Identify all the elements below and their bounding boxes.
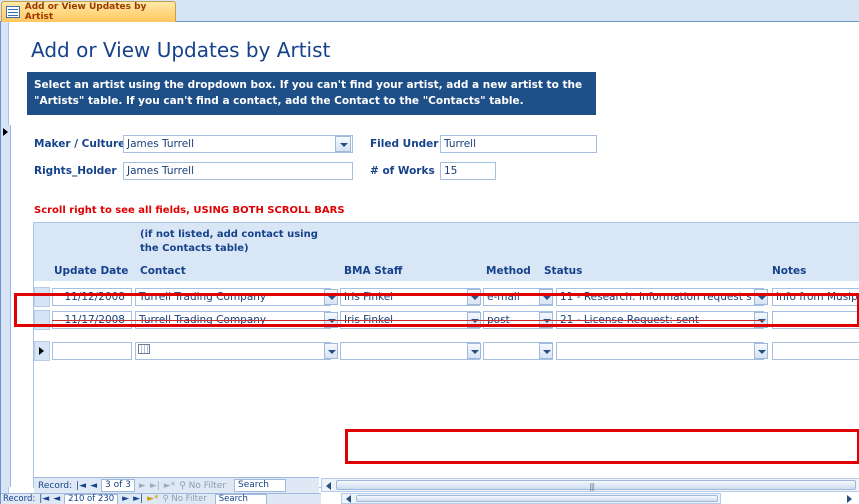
- new-record-arrow-icon: [39, 347, 44, 355]
- document-tab-strip: Add or View Updates by Artist: [0, 0, 859, 22]
- contact-note-line-2: the Contacts table): [140, 243, 249, 254]
- main-search-input[interactable]: Search: [214, 493, 267, 504]
- new-staff-dropdown-icon[interactable]: [467, 343, 481, 359]
- instructions-line-1: Select an artist using the dropdown box.…: [34, 79, 583, 91]
- filed-under-label: Filed Under: [370, 138, 439, 150]
- page-title: Add or View Updates by Artist: [31, 38, 331, 62]
- highlight-rows-box: [14, 293, 859, 327]
- last-record-button[interactable]: ►|: [150, 481, 160, 491]
- rights-holder-label: Rights_Holder: [34, 165, 117, 177]
- main-scroll-thumb[interactable]: [356, 495, 718, 502]
- main-record-label: Record:: [3, 494, 36, 504]
- new-method-dropdown-icon[interactable]: [539, 343, 553, 359]
- new-bma-staff[interactable]: [340, 342, 480, 360]
- record-selector[interactable]: [1, 125, 11, 487]
- maker-combo[interactable]: James Turrell: [123, 135, 353, 153]
- maker-label: Maker / Culture: [34, 138, 126, 150]
- next-record-button[interactable]: ►: [139, 481, 146, 491]
- tab-add-or-view-updates[interactable]: Add or View Updates by Artist: [1, 1, 176, 22]
- subform-header: (if not listed, add contact using the Co…: [34, 223, 859, 281]
- subform-no-filter-button[interactable]: ⚲ No Filter: [179, 481, 230, 491]
- scroll-grip-icon: |||: [589, 482, 595, 491]
- contact-note: (if not listed, add contact using the Co…: [140, 228, 318, 256]
- tab-label: Add or View Updates by Artist: [24, 2, 147, 22]
- new-notes[interactable]: [772, 342, 859, 360]
- form-icon: [6, 6, 20, 18]
- scroll-warning: Scroll right to see all fields, USING BO…: [34, 205, 345, 216]
- main-form: Add or View Updates by Artist Select an …: [0, 22, 859, 504]
- column-header-update-date: Update Date: [54, 265, 129, 277]
- instructions-banner: Select an artist using the dropdown box.…: [27, 72, 596, 115]
- new-update-date[interactable]: [52, 342, 132, 360]
- column-header-method: Method: [486, 265, 531, 277]
- highlight-scroll-box: [345, 429, 859, 464]
- main-new-record-button[interactable]: ►*: [147, 494, 158, 504]
- new-record-selector[interactable]: [34, 341, 50, 361]
- main-first-record-button[interactable]: |◄: [39, 494, 49, 504]
- new-contact-dropdown-icon[interactable]: [324, 343, 338, 359]
- subform-horizontal-scrollbar[interactable]: |||: [321, 478, 859, 492]
- subform-record-navigation: Record: |◄ ◄ 3 of 3 ► ►| ►* ⚲ No Filter …: [34, 477, 319, 493]
- subform-scroll-thumb[interactable]: |||: [336, 480, 856, 491]
- access-window: Add or View Updates by Artist Add or Vie…: [0, 0, 859, 504]
- new-contact[interactable]: [135, 342, 331, 360]
- contact-note-line-1: (if not listed, add contact using: [140, 229, 318, 240]
- main-scroll-left-icon[interactable]: [346, 495, 351, 503]
- new-status[interactable]: [556, 342, 764, 360]
- rights-holder-field[interactable]: James Turrell: [123, 162, 353, 180]
- main-record-position[interactable]: 210 of 230: [64, 493, 119, 504]
- main-scroll-right-icon[interactable]: [847, 495, 852, 503]
- main-horizontal-scrollbar[interactable]: [341, 493, 721, 504]
- new-record-button[interactable]: ►*: [164, 481, 175, 491]
- column-header-notes: Notes: [772, 265, 807, 277]
- previous-record-button[interactable]: ◄: [90, 481, 97, 491]
- column-header-status: Status: [544, 265, 583, 277]
- main-no-filter-label: No Filter: [171, 494, 207, 504]
- new-status-dropdown-icon[interactable]: [754, 343, 768, 359]
- column-header-contact: Contact: [140, 265, 186, 277]
- subform-scroll-left-icon[interactable]: [326, 482, 331, 490]
- main-last-record-button[interactable]: ►|: [133, 494, 143, 504]
- maker-dropdown-chevron-icon[interactable]: [335, 136, 351, 152]
- main-previous-record-button[interactable]: ◄: [53, 494, 60, 504]
- current-record-arrow-icon: [3, 128, 8, 136]
- subform-record-label: Record:: [38, 480, 73, 491]
- instructions-line-2: "Artists" table. If you can't find a con…: [34, 95, 524, 107]
- subform-record-position[interactable]: 3 of 3: [101, 479, 135, 492]
- main-record-navigation: Record: |◄ ◄ 210 of 230 ► ►| ►* ⚲ No Fil…: [1, 493, 321, 504]
- subform-no-filter-label: No Filter: [188, 480, 227, 491]
- column-header-bma-staff: BMA Staff: [344, 265, 403, 277]
- subform-search-input[interactable]: Search: [234, 479, 287, 492]
- filed-under-field[interactable]: Turrell: [440, 135, 597, 153]
- first-record-button[interactable]: |◄: [76, 481, 86, 491]
- main-no-filter-button[interactable]: ⚲ No Filter: [162, 494, 210, 504]
- main-next-record-button[interactable]: ►: [122, 494, 129, 504]
- works-count-label: # of Works: [370, 165, 435, 177]
- works-count-field[interactable]: 15: [440, 162, 496, 180]
